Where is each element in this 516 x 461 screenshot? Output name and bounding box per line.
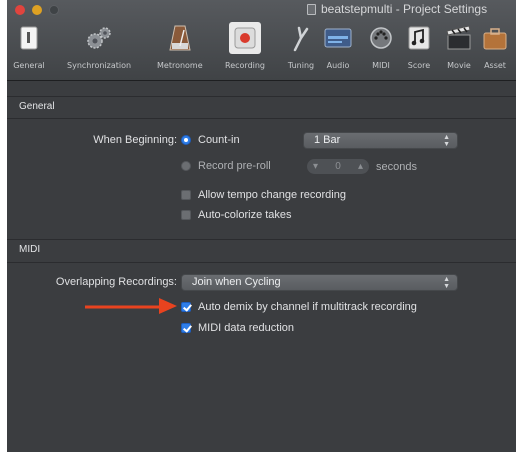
record-icon bbox=[229, 22, 261, 54]
general-icon bbox=[13, 22, 45, 54]
clapperboard-icon bbox=[443, 22, 475, 54]
overlapping-recordings-value: Join when Cycling bbox=[192, 276, 281, 288]
auto-demix-label: Auto demix by channel if multitrack reco… bbox=[198, 301, 417, 313]
minimize-window-button[interactable] bbox=[32, 5, 42, 15]
preroll-unit: seconds bbox=[376, 160, 417, 173]
document-icon bbox=[307, 3, 316, 15]
popup-arrows-icon: ▲ ▼ bbox=[443, 275, 450, 290]
midi-data-reduction-checkbox[interactable] bbox=[181, 323, 191, 333]
audio-icon bbox=[322, 22, 354, 54]
stepper-down-icon[interactable]: ▾ bbox=[313, 161, 318, 172]
toolbar-metronome[interactable]: Metronome bbox=[157, 22, 203, 74]
window-title-text: beatstepmulti - Project Settings bbox=[321, 2, 488, 16]
toolbar-recording[interactable]: Recording bbox=[225, 22, 265, 74]
count-in-popup[interactable]: 1 Bar ▲ ▼ bbox=[303, 132, 458, 149]
midi-data-reduction-option[interactable]: MIDI data reduction bbox=[181, 322, 294, 334]
count-in-label: Count-in bbox=[198, 134, 240, 146]
preroll-stepper[interactable]: ▾ 0 ▴ bbox=[307, 159, 369, 174]
toolbar-midi[interactable]: MIDI bbox=[365, 22, 397, 74]
midi-port-icon bbox=[365, 22, 397, 54]
toolbar-movie[interactable]: Movie bbox=[443, 22, 475, 74]
toolbar-audio[interactable]: Audio bbox=[322, 22, 354, 74]
toolbar-score[interactable]: Score bbox=[403, 22, 435, 74]
auto-colorize-option[interactable]: Auto-colorize takes bbox=[181, 209, 292, 221]
toolbar-asset[interactable]: Asset bbox=[479, 22, 511, 74]
allow-tempo-label: Allow tempo change recording bbox=[198, 189, 346, 201]
auto-demix-option[interactable]: Auto demix by channel if multitrack reco… bbox=[181, 301, 417, 313]
auto-colorize-label: Auto-colorize takes bbox=[198, 209, 292, 221]
annotation-arrow-icon bbox=[85, 298, 177, 314]
preroll-control: ▾ 0 ▴ seconds bbox=[307, 159, 417, 174]
zoom-window-button[interactable] bbox=[49, 5, 59, 15]
midi-section-header: MIDI bbox=[19, 244, 41, 255]
divider bbox=[7, 118, 516, 119]
overlapping-recordings-label: Overlapping Recordings: bbox=[55, 276, 177, 288]
popup-arrows-icon: ▲ ▼ bbox=[443, 133, 450, 148]
window-title: beatstepmulti - Project Settings bbox=[307, 1, 487, 17]
briefcase-icon bbox=[479, 22, 511, 54]
record-preroll-option[interactable]: Record pre-roll bbox=[181, 160, 271, 172]
stepper-up-icon[interactable]: ▴ bbox=[358, 161, 363, 172]
record-preroll-label: Record pre-roll bbox=[198, 160, 271, 172]
metronome-icon bbox=[164, 22, 196, 54]
record-preroll-radio[interactable] bbox=[181, 161, 191, 171]
allow-tempo-checkbox[interactable] bbox=[181, 190, 191, 200]
auto-colorize-checkbox[interactable] bbox=[181, 210, 191, 220]
count-in-radio[interactable] bbox=[181, 135, 191, 145]
midi-data-reduction-label: MIDI data reduction bbox=[198, 322, 294, 334]
auto-demix-checkbox[interactable] bbox=[181, 302, 191, 312]
tuning-fork-icon bbox=[285, 22, 317, 54]
count-in-option[interactable]: Count-in bbox=[181, 134, 240, 146]
overlapping-recordings-popup[interactable]: Join when Cycling ▲ ▼ bbox=[181, 274, 458, 291]
divider bbox=[7, 262, 516, 263]
preroll-value: 0 bbox=[335, 161, 341, 172]
allow-tempo-option[interactable]: Allow tempo change recording bbox=[181, 189, 346, 201]
general-section-header: General bbox=[19, 101, 55, 112]
gears-icon bbox=[83, 22, 115, 54]
toolbar-general[interactable]: General bbox=[13, 22, 45, 74]
toolbar-tuning[interactable]: Tuning bbox=[285, 22, 317, 74]
score-icon bbox=[403, 22, 435, 54]
project-settings-window: beatstepmulti - Project Settings General… bbox=[7, 0, 516, 452]
title-bar: beatstepmulti - Project Settings General… bbox=[7, 0, 516, 81]
toolbar-synchronization[interactable]: Synchronization bbox=[67, 22, 131, 74]
close-window-button[interactable] bbox=[15, 5, 25, 15]
when-beginning-label: When Beginning: bbox=[93, 134, 177, 146]
count-in-value: 1 Bar bbox=[314, 134, 341, 146]
